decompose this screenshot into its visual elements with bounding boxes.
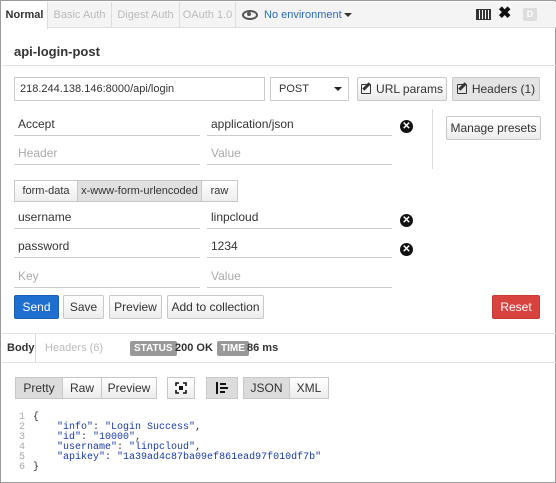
tab-basic-auth[interactable]: Basic Auth — [48, 2, 112, 28]
app-window: Normal Basic Auth Digest Auth OAuth 1.0 … — [0, 0, 556, 483]
method-select[interactable]: POST — [270, 77, 349, 101]
edit-icon — [361, 84, 372, 94]
code-line: 6} — [19, 463, 321, 473]
url-params-button[interactable]: URL params — [357, 77, 447, 101]
wrap-lines-button[interactable] — [206, 377, 238, 399]
code-text: } — [33, 462, 40, 473]
param-value-field[interactable]: 1234 — [207, 234, 392, 258]
body-type-raw[interactable]: raw — [201, 180, 238, 202]
divider — [2, 362, 556, 363]
status-label: STATUS — [130, 341, 177, 356]
url-input[interactable]: 218.244.138.146:8000/api/login — [14, 77, 265, 101]
view-raw-button[interactable]: Raw — [62, 377, 102, 399]
add-to-collection-button[interactable]: Add to collection — [167, 295, 264, 319]
delete-param-icon[interactable]: ✕ — [400, 214, 413, 227]
reset-button[interactable]: Reset — [492, 295, 540, 319]
header-key-field[interactable]: Accept — [14, 112, 200, 136]
headers-label: Headers (1) — [471, 82, 536, 96]
format-xml-button[interactable]: XML — [289, 377, 329, 399]
keyboard-icon[interactable] — [476, 9, 491, 20]
param-key-field[interactable]: password — [14, 234, 200, 258]
divider — [432, 109, 433, 169]
manage-presets-button[interactable]: Manage presets — [446, 116, 541, 140]
divider — [2, 65, 556, 66]
json-value: "1a39ad4c87ba09ef861ead97f010df7b" — [117, 452, 322, 463]
code-line: 5 "apikey": "1a39ad4c87ba09ef861ead97f01… — [19, 452, 322, 463]
eye-icon — [242, 10, 258, 21]
new-header-key-field[interactable] — [14, 141, 200, 165]
tab-normal[interactable]: Normal — [2, 2, 48, 29]
response-code: 1{ 2 "info": "Login Success", 3 "id": "1… — [19, 413, 321, 473]
line-number: 6 — [19, 462, 26, 473]
tab-digest-auth[interactable]: Digest Auth — [112, 2, 180, 28]
body-type-urlencoded[interactable]: x-www-form-urlencoded — [77, 180, 202, 202]
time-value: 86 ms — [247, 342, 279, 354]
tab-response-body[interactable]: Body — [2, 334, 36, 362]
send-button[interactable]: Send — [14, 295, 59, 319]
chevron-down-icon — [343, 13, 352, 18]
body-type-form-data[interactable]: form-data — [14, 180, 78, 202]
new-header-value-field[interactable] — [207, 141, 392, 165]
request-name: api-login-post — [14, 44, 100, 59]
headers-button[interactable]: Headers (1) — [452, 77, 540, 101]
view-pretty-button[interactable]: Pretty — [15, 377, 63, 399]
fullscreen-icon — [175, 382, 187, 394]
tab-oauth[interactable]: OAuth 1.0 — [180, 2, 236, 28]
delete-header-icon[interactable]: ✕ — [400, 120, 413, 133]
chevron-down-icon — [334, 87, 342, 91]
environment-selector[interactable]: No environment — [242, 2, 352, 28]
new-param-key-field[interactable] — [14, 264, 200, 288]
status-value: 200 OK — [175, 342, 213, 354]
method-value: POST — [279, 83, 309, 95]
view-preview-button[interactable]: Preview — [101, 377, 157, 399]
preview-button[interactable]: Preview — [109, 295, 162, 319]
code-punct: , — [195, 422, 202, 433]
time-label: TIME — [217, 341, 249, 356]
wrap-lines-icon — [216, 382, 228, 394]
tab-response-headers[interactable]: Headers (6) — [45, 334, 103, 362]
save-button[interactable]: Save — [63, 295, 104, 319]
header-value-field[interactable]: application/json — [207, 112, 392, 136]
new-param-value-field[interactable] — [207, 264, 392, 288]
param-key-field[interactable]: username — [14, 205, 200, 229]
tools-icon[interactable]: ✖ — [498, 5, 511, 23]
auth-tab-bar: Normal Basic Auth Digest Auth OAuth 1.0 … — [2, 2, 556, 29]
edit-icon — [456, 84, 467, 94]
fullscreen-button[interactable] — [167, 377, 195, 399]
param-value-field[interactable]: linpcloud — [207, 205, 392, 229]
url-params-label: URL params — [376, 82, 443, 96]
delete-param-icon[interactable]: ✕ — [400, 243, 413, 256]
environment-label: No environment — [264, 9, 342, 21]
format-json-button[interactable]: JSON — [243, 377, 290, 399]
json-key: "apikey" — [57, 452, 106, 463]
d-badge[interactable]: D — [523, 8, 537, 21]
